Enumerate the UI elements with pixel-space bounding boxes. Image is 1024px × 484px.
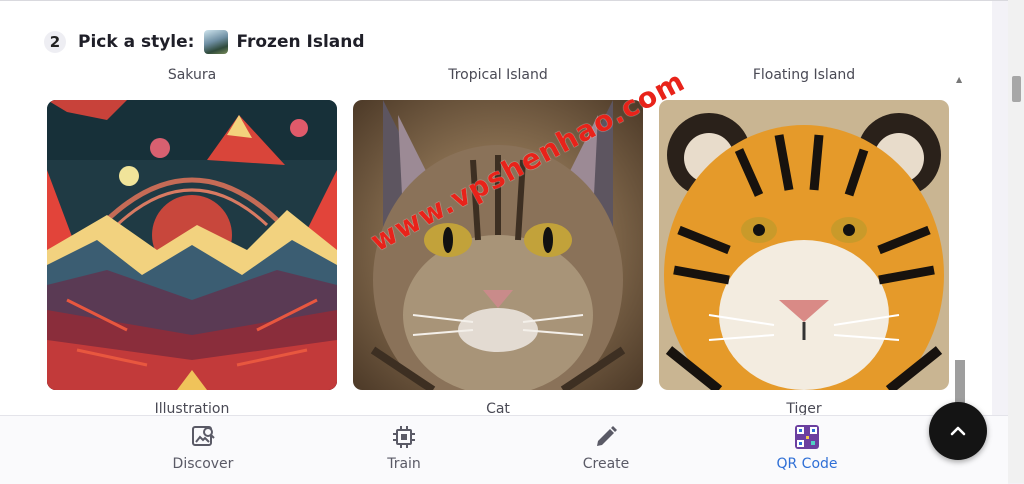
nav-train[interactable]: Train	[344, 424, 464, 480]
style-picker-panel: 2 Pick a style: Frozen Island Sakura Tro…	[0, 1, 992, 415]
style-label-floating-island: Floating Island	[752, 67, 856, 83]
step-label: Pick a style:	[78, 32, 195, 52]
page-scrollbar[interactable]	[1008, 0, 1024, 483]
scroll-up-arrow-icon[interactable]: ▲	[956, 75, 962, 84]
card-label-tiger: Tiger	[786, 401, 822, 415]
step-header: 2 Pick a style: Frozen Island	[44, 29, 365, 55]
qr-code-icon	[794, 424, 820, 450]
nav-qr-code[interactable]: QR Code	[747, 424, 867, 480]
page-scroll-thumb[interactable]	[1012, 76, 1021, 102]
selected-style-thumbnail	[204, 30, 229, 54]
selected-style-name: Frozen Island	[236, 32, 365, 52]
tiger-image	[659, 100, 949, 390]
style-label-tropical-island: Tropical Island	[448, 67, 548, 83]
nav-create-label: Create	[582, 456, 630, 472]
style-card-illustration[interactable]	[47, 100, 337, 390]
chevron-up-icon	[950, 426, 966, 436]
nav-discover[interactable]: Discover	[143, 424, 263, 480]
illustration-image	[47, 100, 337, 390]
cat-image	[353, 100, 643, 390]
style-card-cat[interactable]	[353, 100, 643, 390]
step-number-badge: 2	[44, 31, 66, 53]
nav-discover-label: Discover	[172, 456, 234, 472]
card-label-illustration: Illustration	[154, 401, 230, 415]
chip-icon	[391, 424, 417, 450]
scroll-to-top-button[interactable]	[929, 402, 987, 460]
discover-icon	[190, 424, 216, 450]
nav-qr-code-label: QR Code	[776, 456, 838, 472]
bottom-navigation: Discover Train Create QR Code	[0, 415, 1008, 484]
card-label-cat: Cat	[486, 401, 510, 415]
style-label-sakura: Sakura	[167, 67, 217, 83]
style-grid-scrollbar[interactable]: ▲	[955, 75, 965, 405]
nav-train-label: Train	[387, 456, 421, 472]
style-card-tiger[interactable]	[659, 100, 949, 390]
nav-create[interactable]: Create	[546, 424, 666, 480]
pencil-icon	[593, 424, 619, 450]
style-grid-scroll-thumb[interactable]	[955, 360, 965, 405]
